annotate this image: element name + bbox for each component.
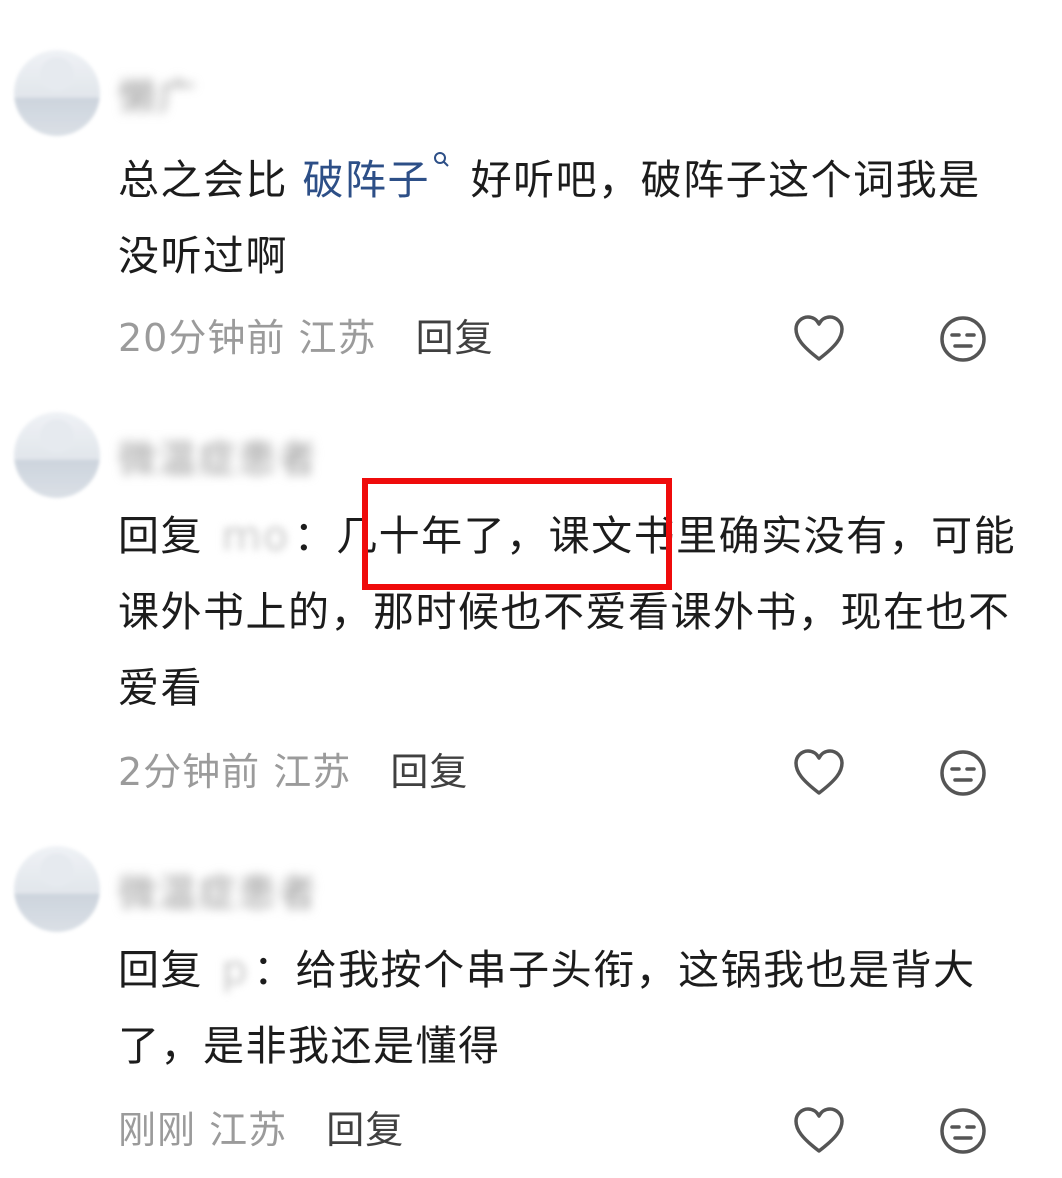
location: 江苏 bbox=[209, 1108, 288, 1152]
neutral-face-icon[interactable] bbox=[938, 314, 988, 364]
reply-prefix: 回复 bbox=[118, 512, 203, 560]
heart-icon[interactable] bbox=[792, 1106, 846, 1156]
avatar[interactable] bbox=[14, 412, 100, 498]
keyword-link[interactable]: 破阵子 bbox=[302, 152, 457, 204]
mention-username[interactable]: mo bbox=[222, 498, 290, 574]
neutral-face-icon[interactable] bbox=[938, 1106, 988, 1156]
timestamp: 刚刚 bbox=[118, 1108, 197, 1152]
username[interactable]: 微温症患者 bbox=[118, 862, 318, 917]
comment-list: 懒广 总之会比 破阵子 好听吧，破阵子这个词我是没听过啊 20分钟前 江苏 回复… bbox=[0, 0, 1062, 1178]
comment-meta: 2分钟前 江苏 回复 bbox=[118, 742, 468, 802]
search-icon bbox=[430, 142, 456, 188]
comment-body: 总之会比 破阵子 好听吧，破阵子这个词我是没听过啊 bbox=[118, 142, 1018, 294]
keyword-text: 破阵子 bbox=[302, 156, 431, 204]
reply-button[interactable]: 回复 bbox=[416, 316, 494, 360]
reply-button[interactable]: 回复 bbox=[390, 750, 468, 794]
neutral-face-icon[interactable] bbox=[938, 748, 988, 798]
username[interactable]: 懒广 bbox=[118, 66, 198, 121]
heart-icon[interactable] bbox=[792, 748, 846, 798]
comment-meta: 20分钟前 江苏 回复 bbox=[118, 308, 494, 368]
username[interactable]: 微温症患者 bbox=[118, 428, 318, 483]
comment-text-prefix: 总之会比 bbox=[118, 156, 303, 204]
comment-body: 回复 p：给我按个串子头衔，这锅我也是背大了，是非我还是懂得 bbox=[118, 932, 1018, 1084]
comment-meta: 刚刚 江苏 回复 bbox=[118, 1100, 404, 1160]
mention-username[interactable]: p bbox=[222, 932, 250, 1008]
location: 江苏 bbox=[273, 750, 352, 794]
timestamp: 20分钟前 bbox=[118, 316, 286, 360]
reply-prefix: 回复 bbox=[118, 946, 203, 994]
avatar[interactable] bbox=[14, 50, 100, 136]
timestamp: 2分钟前 bbox=[118, 750, 261, 794]
reply-button[interactable]: 回复 bbox=[326, 1108, 404, 1152]
heart-icon[interactable] bbox=[792, 314, 846, 364]
avatar[interactable] bbox=[14, 846, 100, 932]
location: 江苏 bbox=[298, 316, 377, 360]
highlight-box bbox=[362, 478, 672, 590]
